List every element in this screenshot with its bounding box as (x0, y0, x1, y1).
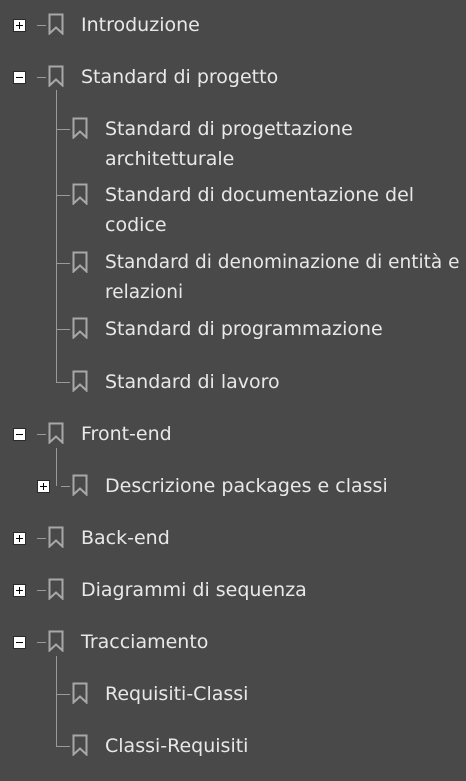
bookmark-icon (72, 317, 88, 339)
bookmark-icon (72, 370, 88, 392)
bookmark-label[interactable]: Front-end (81, 419, 451, 449)
expand-plus-icon[interactable] (13, 532, 26, 545)
bookmark-label[interactable]: Standard di progetto (81, 62, 451, 92)
bookmark-label[interactable]: Standard di progettazione architetturale (105, 114, 375, 174)
bookmark-label[interactable]: Requisiti-Classi (105, 679, 455, 709)
bookmark-icon (72, 734, 88, 756)
bookmark-item-standard-di-lavoro[interactable]: Standard di lavoro (0, 367, 466, 397)
collapse-minus-icon[interactable] (13, 428, 26, 441)
bookmark-icon (72, 183, 88, 205)
bookmark-item-descrizione-packages[interactable]: Descrizione packages e classi (0, 471, 466, 501)
bookmark-label[interactable]: Diagrammi di sequenza (81, 575, 451, 605)
bookmark-label[interactable]: Standard di lavoro (105, 367, 455, 397)
bookmark-item-classi-requisiti[interactable]: Classi-Requisiti (0, 731, 466, 761)
bookmark-icon (48, 65, 64, 87)
expand-plus-icon[interactable] (37, 480, 50, 493)
bookmark-item-standard-documentazione-codice[interactable]: Standard di documentazione del codice (0, 180, 466, 240)
bookmark-icon (72, 251, 88, 273)
bookmark-icon (72, 682, 88, 704)
bookmark-label[interactable]: Classi-Requisiti (105, 731, 455, 761)
bookmark-label[interactable]: Back-end (81, 523, 451, 553)
bookmark-label[interactable]: Standard di denominazione di entità e re… (105, 248, 463, 308)
expand-plus-icon[interactable] (13, 584, 26, 597)
bookmark-item-front-end[interactable]: Front-end (0, 419, 466, 449)
expand-plus-icon[interactable] (13, 19, 26, 32)
bookmark-label[interactable]: Standard di programmazione (105, 314, 455, 344)
bookmark-item-back-end[interactable]: Back-end (0, 523, 466, 553)
bookmark-icon (48, 13, 64, 35)
bookmark-icon (48, 526, 64, 548)
bookmark-item-tracciamento[interactable]: Tracciamento (0, 627, 466, 657)
collapse-minus-icon[interactable] (13, 636, 26, 649)
bookmark-label[interactable]: Introduzione (81, 10, 451, 40)
bookmark-icon (48, 578, 64, 600)
bookmark-label[interactable]: Standard di documentazione del codice (105, 180, 435, 240)
bookmark-icon (72, 117, 88, 139)
bookmark-label[interactable]: Descrizione packages e classi (105, 471, 460, 501)
bookmark-item-standard-programmazione[interactable]: Standard di programmazione (0, 314, 466, 344)
bookmark-item-requisiti-classi[interactable]: Requisiti-Classi (0, 679, 466, 709)
bookmark-item-standard-denominazione[interactable]: Standard di denominazione di entità e re… (0, 248, 466, 308)
bookmark-item-standard-di-progetto[interactable]: Standard di progetto (0, 62, 466, 92)
bookmark-item-diagrammi-di-sequenza[interactable]: Diagrammi di sequenza (0, 575, 466, 605)
bookmark-item-standard-progettazione-architetturale[interactable]: Standard di progettazione architetturale (0, 114, 466, 174)
bookmark-icon (48, 630, 64, 652)
collapse-minus-icon[interactable] (13, 71, 26, 84)
bookmark-label[interactable]: Tracciamento (81, 627, 451, 657)
bookmark-item-introduzione[interactable]: Introduzione (0, 10, 466, 40)
bookmark-icon (48, 422, 64, 444)
bookmark-icon (72, 474, 88, 496)
bookmarks-tree: Introduzione Standard di progetto Standa… (0, 0, 466, 781)
